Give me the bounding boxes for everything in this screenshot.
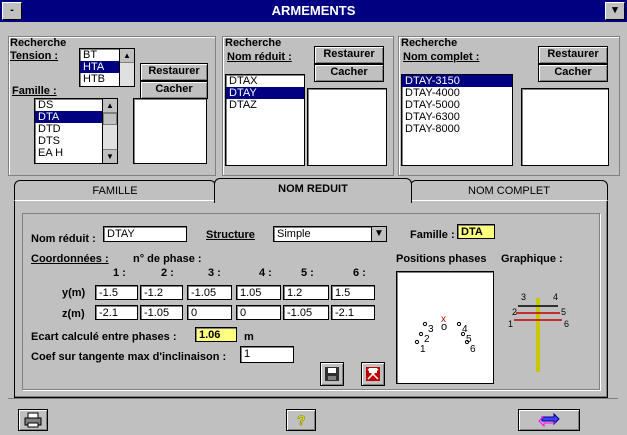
structure-select[interactable]: Simple ▼: [273, 226, 387, 242]
graphique-label: Graphique :: [501, 253, 563, 265]
phase-number-4: 4 :: [259, 267, 272, 279]
positions-phases-label: Positions phases: [396, 253, 487, 265]
phase-positions-diagram: 1 2 3 o x 4 5 6: [414, 314, 476, 355]
phase-mark-3: 3: [428, 324, 434, 335]
save-button[interactable]: [320, 362, 344, 386]
ecart-unit: m: [244, 331, 254, 343]
ecart-label: Ecart calculé entre phases :: [31, 331, 177, 343]
phase-mark-2: 2: [424, 334, 430, 345]
structure-label: Structure: [206, 229, 255, 241]
z-field-5[interactable]: -1.05: [283, 305, 329, 320]
pole-graphic: 3 4 2 5 1 6: [508, 292, 569, 372]
y-label: y(m): [62, 287, 86, 299]
z-field-3[interactable]: 0: [187, 305, 232, 320]
famille-form-label: Famille :: [410, 229, 455, 241]
floppy-disk-icon: [325, 367, 339, 381]
y-field-2[interactable]: -1.2: [140, 285, 183, 300]
graph-label-5: 5: [561, 307, 566, 317]
graph-label-3: 3: [521, 292, 526, 302]
phase-number-3: 3 :: [208, 267, 221, 279]
phase-label: n° de phase :: [133, 253, 202, 265]
z-field-2[interactable]: -1.05: [140, 305, 183, 320]
graph-label-6: 6: [564, 319, 569, 329]
phase-mark-6: 6: [470, 344, 476, 355]
phase-number-1: 1 :: [113, 267, 126, 279]
delete-button[interactable]: [361, 362, 385, 386]
delete-disk-icon: [366, 367, 380, 381]
phase-number-2: 2 :: [161, 267, 174, 279]
z-field-4[interactable]: 0: [236, 305, 281, 320]
y-field-6[interactable]: 1.5: [331, 285, 375, 300]
graph-label-2: 2: [512, 307, 517, 317]
y-field-5[interactable]: 1.2: [283, 285, 329, 300]
famille-form-value: DTA: [457, 224, 495, 239]
cross-mark: x: [441, 314, 446, 325]
z-label: z(m): [62, 308, 85, 320]
ecart-value: 1.06: [195, 327, 237, 342]
chevron-down-icon[interactable]: ▼: [371, 227, 386, 241]
nom-reduit-field[interactable]: DTAY: [103, 226, 187, 242]
coordonnees-label: Coordonnées :: [31, 253, 109, 265]
coef-field[interactable]: 1: [240, 346, 294, 363]
y-field-3[interactable]: -1.05: [187, 285, 232, 300]
z-field-1[interactable]: -2.1: [95, 305, 138, 320]
phase-mark-1: 1: [420, 344, 426, 355]
form-layer: Nom réduit : DTAY Structure Simple ▼ Fam…: [0, 0, 627, 435]
phase-number-6: 6 :: [353, 267, 366, 279]
y-field-1[interactable]: -1.5: [95, 285, 138, 300]
structure-value: Simple: [277, 228, 311, 240]
graph-label-4: 4: [553, 292, 558, 302]
z-field-6[interactable]: -2.1: [331, 305, 375, 320]
positions-phases-box: 1 2 3 o x 4 5 6: [396, 271, 494, 384]
coef-label: Coef sur tangente max d'inclinaison :: [31, 351, 227, 363]
nom-reduit-label: Nom réduit :: [31, 233, 96, 245]
graph-label-1: 1: [508, 319, 513, 329]
y-field-4[interactable]: 1.05: [236, 285, 281, 300]
phase-number-5: 5 :: [301, 267, 314, 279]
